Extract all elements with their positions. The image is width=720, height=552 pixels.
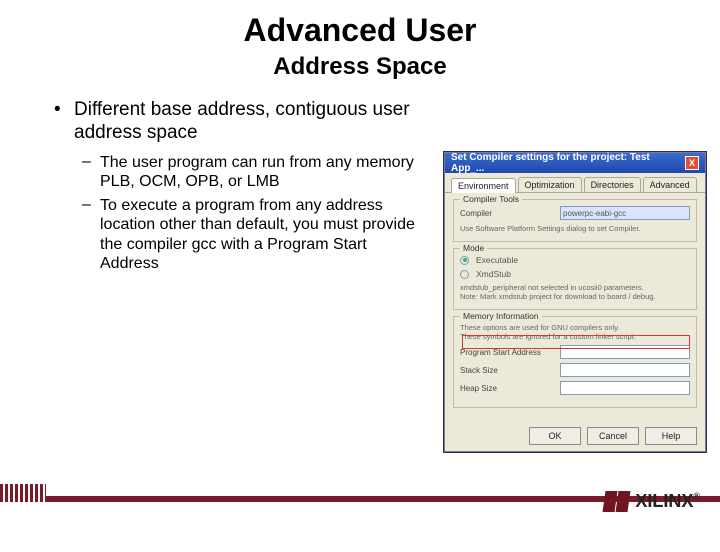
- mode-note: xmdstub_peripheral not selected in ucosi…: [460, 283, 690, 292]
- cancel-button[interactable]: Cancel: [587, 427, 639, 445]
- mode-xmdstub-label: XmdStub: [476, 269, 511, 279]
- slide-title: Advanced User: [0, 12, 720, 49]
- mode-note: Note: Mark xmdstub project for download …: [460, 292, 690, 301]
- tab-optimization[interactable]: Optimization: [518, 177, 582, 192]
- logo-name: XILINX: [635, 491, 693, 511]
- radio-xmdstub[interactable]: [460, 270, 469, 279]
- logo-reg-mark: ®: [693, 491, 700, 501]
- bullet-item: • Different base address, contiguous use…: [54, 99, 424, 145]
- tab-advanced[interactable]: Advanced: [643, 177, 697, 192]
- ok-button[interactable]: OK: [529, 427, 581, 445]
- bullet-text: Different base address, contiguous user …: [74, 99, 424, 145]
- group-mode: Mode Executable XmdStub xmdstub_peripher…: [453, 248, 697, 310]
- group-label: Mode: [460, 243, 487, 253]
- mem-note: These options are used for GNU compilers…: [460, 323, 690, 332]
- compiler-note: Use Software Platform Settings dialog to…: [460, 224, 690, 233]
- dialog-titlebar: Set Compiler settings for the project: T…: [445, 153, 705, 173]
- heap-size-label: Heap Size: [460, 384, 556, 393]
- sub-bullet-item: – To execute a program from any address …: [82, 196, 424, 274]
- mode-executable-label: Executable: [476, 255, 518, 265]
- group-label: Memory Information: [460, 311, 542, 321]
- stack-size-input[interactable]: [560, 363, 690, 377]
- dialog-body: Compiler Tools Compiler powerpc-eabi-gcc…: [445, 193, 705, 420]
- stack-size-label: Stack Size: [460, 366, 556, 375]
- sub-bullet-text: The user program can run from any memory…: [100, 153, 424, 192]
- sub-bullet-marker: –: [82, 196, 100, 274]
- tab-directories[interactable]: Directories: [584, 177, 641, 192]
- footer-pattern: [0, 484, 46, 502]
- sub-bullet-list: – The user program can run from any memo…: [82, 153, 424, 274]
- radio-executable[interactable]: [460, 256, 469, 265]
- group-memory-info: Memory Information These options are use…: [453, 316, 697, 408]
- help-button[interactable]: Help: [645, 427, 697, 445]
- tab-environment[interactable]: Environment: [451, 178, 516, 193]
- compiler-label: Compiler: [460, 209, 556, 218]
- slide-subtitle: Address Space: [0, 53, 720, 81]
- content-area: • Different base address, contiguous use…: [54, 99, 424, 274]
- compiler-settings-dialog: Set Compiler settings for the project: T…: [444, 152, 706, 452]
- bullet-marker: •: [54, 99, 74, 145]
- xilinx-logo: XILINX®: [604, 491, 700, 512]
- sub-bullet-text: To execute a program from any address lo…: [100, 196, 424, 274]
- highlight-box: [462, 335, 690, 349]
- heap-size-input[interactable]: [560, 381, 690, 395]
- dialog-tabs: Environment Optimization Directories Adv…: [445, 173, 705, 193]
- close-icon[interactable]: X: [685, 156, 699, 170]
- xilinx-logo-icon: [603, 491, 631, 512]
- sub-bullet-marker: –: [82, 153, 100, 192]
- dialog-title-text: Set Compiler settings for the project: T…: [451, 152, 685, 174]
- group-label: Compiler Tools: [460, 194, 522, 204]
- compiler-value: powerpc-eabi-gcc: [560, 206, 690, 220]
- group-compiler-tools: Compiler Tools Compiler powerpc-eabi-gcc…: [453, 199, 697, 242]
- dialog-button-row: OK Cancel Help: [529, 427, 697, 445]
- logo-text: XILINX®: [635, 491, 700, 512]
- sub-bullet-item: – The user program can run from any memo…: [82, 153, 424, 192]
